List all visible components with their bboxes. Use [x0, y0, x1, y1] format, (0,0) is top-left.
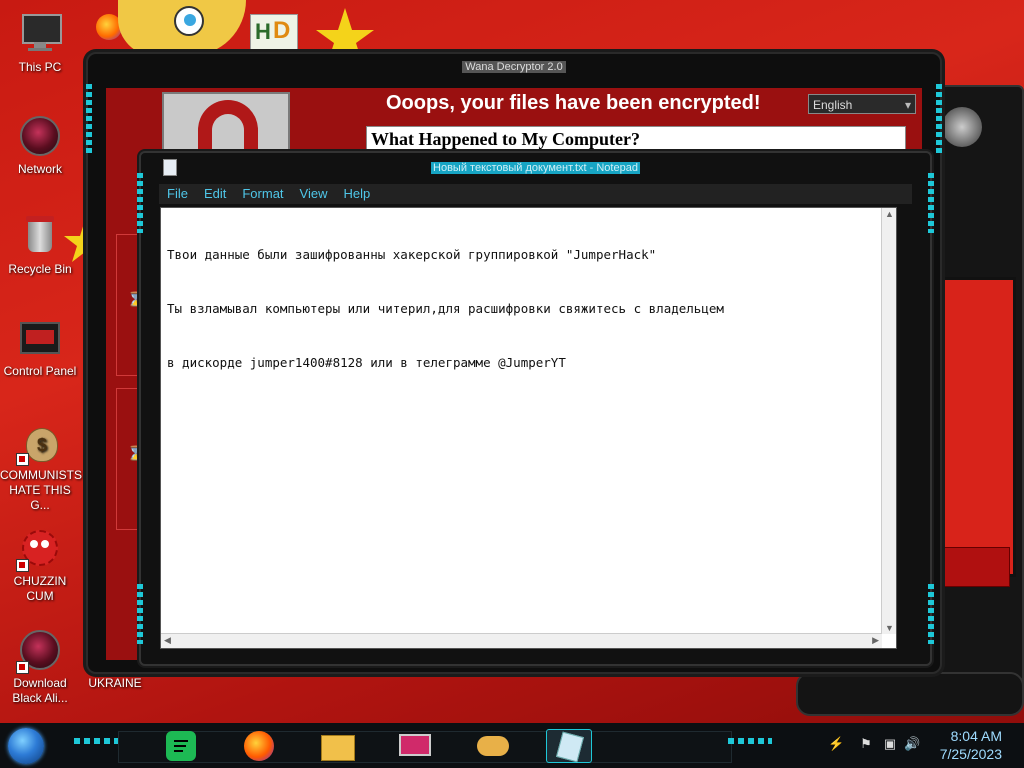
recycle-bin-icon [18, 214, 62, 258]
clock[interactable]: 8:04 AM 7/25/2023 [940, 727, 1002, 763]
wana-title-bar[interactable]: Wana Decryptor 2.0 [88, 54, 940, 80]
frame-decoration [928, 584, 934, 644]
scroll-up-icon[interactable]: ▲ [885, 209, 894, 219]
start-button[interactable] [8, 728, 44, 764]
menu-view[interactable]: View [292, 184, 336, 204]
text-line: Ты взламывал компьютеры или читерил,для … [167, 301, 724, 316]
ransom-headline: Ooops, your files have been encrypted! [386, 92, 761, 114]
computer-icon [18, 12, 62, 56]
taskbar-spotify-button[interactable] [158, 729, 204, 763]
menu-help[interactable]: Help [335, 184, 378, 204]
clock-date: 7/25/2023 [939, 746, 1002, 762]
widget-button[interactable] [932, 547, 1010, 587]
alienware-orb-icon [16, 628, 62, 674]
text-line: Твои данные были зашифрованны хакерской … [167, 247, 657, 262]
firefox-icon [244, 731, 274, 761]
vertical-scrollbar[interactable]: ▲ ▼ [881, 208, 896, 634]
menu-format[interactable]: Format [234, 184, 291, 204]
frame-decoration [86, 84, 92, 154]
desktop-icon-label: This PC [18, 60, 62, 74]
menu-file[interactable]: File [159, 184, 196, 204]
notepad-menu-bar: File Edit Format View Help [159, 184, 912, 204]
desktop-icon-control-panel[interactable]: Control Panel [0, 316, 80, 379]
notepad-text-area[interactable]: Твои данные были зашифрованны хакерской … [160, 207, 897, 649]
taskbar: ⚡ ⚑ ▣ 🔊 8:04 AM 7/25/2023 [0, 723, 1024, 768]
notepad-text: Твои данные были зашифрованны хакерской … [167, 210, 880, 408]
desktop-icon-label: Recycle Bin [8, 262, 72, 276]
flag-icon[interactable]: ⚑ [858, 736, 874, 752]
wana-title: Wana Decryptor 2.0 [462, 61, 566, 73]
frame-decoration [928, 173, 934, 233]
frame-decoration [936, 84, 942, 154]
notepad-icon [556, 731, 584, 763]
frame-decoration [137, 173, 143, 233]
money-bag-icon: $ [16, 420, 62, 466]
clock-time: 8:04 AM [950, 728, 1002, 744]
desktop-icon-label: Network [17, 162, 62, 176]
scroll-down-icon[interactable]: ▼ [885, 623, 894, 633]
hxd-editor-icon[interactable]: H D [250, 14, 298, 50]
alienware-bottom-frame [796, 672, 1024, 716]
desktop-icon-communists[interactable]: $ COMMUNISTS HATE THIS G... [0, 420, 82, 513]
notepad-title-bar[interactable]: Новый текстовый документ.txt - Notepad [141, 157, 930, 179]
desktop-icon-recycle-bin[interactable]: Recycle Bin [0, 214, 80, 277]
spotify-icon [166, 731, 196, 761]
taskbar-decoration [728, 738, 772, 744]
frame-decoration [137, 584, 143, 644]
chuzzle-icon [16, 526, 62, 572]
folder-icon [321, 735, 355, 761]
scroll-right-icon[interactable]: ▶ [872, 635, 879, 646]
desktop-icon-this-pc[interactable]: This PC [0, 12, 80, 75]
taskbar-notepad-button[interactable] [546, 729, 592, 763]
desktop-icon-label: COMMUNISTS HATE THIS G... [0, 468, 82, 512]
network-icon[interactable]: ▣ [882, 736, 898, 752]
menu-edit[interactable]: Edit [196, 184, 234, 204]
desktop-icon-label: Control Panel [3, 364, 77, 378]
taskbar-explorer-button[interactable] [314, 729, 360, 763]
notepad-window[interactable]: Новый текстовый документ.txt - Notepad F… [137, 151, 934, 666]
ie-icon[interactable]: ⚡ [828, 736, 844, 752]
notepad-title: Новый текстовый документ.txt - Notepad [431, 162, 640, 174]
alien-head-icon [942, 107, 982, 147]
taskbar-handshake-button[interactable] [470, 729, 516, 763]
desktop-icon-chuzzin[interactable]: CHUZZIN CUM [0, 526, 80, 604]
text-line: в дискорде jumper1400#8128 или в телегра… [167, 355, 566, 370]
desktop-icon-network[interactable]: Network [0, 114, 80, 177]
desktop-icon-label: CHUZZIN CUM [13, 574, 67, 603]
desktop-icon-download-black-ali[interactable]: Download Black Ali... [0, 628, 80, 706]
scroll-left-icon[interactable]: ◀ [164, 635, 171, 646]
display-icon [399, 734, 431, 756]
desktop-icon-ukraine[interactable]: UKRAINE [60, 676, 170, 691]
language-select[interactable]: English [808, 94, 916, 115]
horizontal-scrollbar[interactable]: ◀ ▶ [161, 633, 882, 648]
volume-icon[interactable]: 🔊 [904, 736, 920, 752]
taskbar-firefox-button[interactable] [236, 729, 282, 763]
taskbar-display-button[interactable] [392, 729, 438, 763]
alienware-orb-icon [18, 114, 62, 158]
taskbar-decoration [74, 738, 118, 744]
handshake-icon [477, 736, 509, 756]
desktop-icon-label: UKRAINE [88, 676, 142, 690]
control-panel-icon [18, 316, 62, 360]
